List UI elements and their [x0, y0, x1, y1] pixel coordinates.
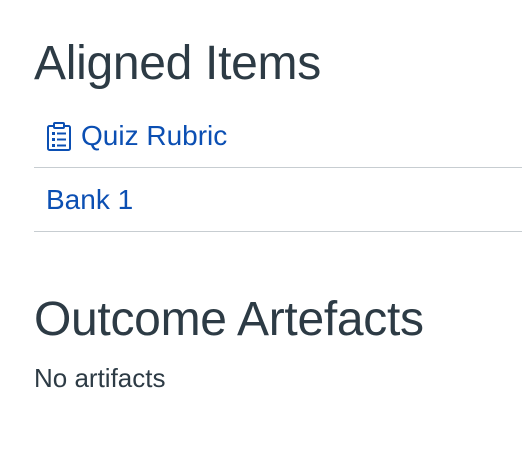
list-item: Quiz Rubric	[34, 104, 522, 168]
aligned-items-heading: Aligned Items	[34, 37, 321, 90]
list-item: Bank 1	[34, 168, 522, 232]
outcome-artefacts-section: Outcome Artefacts No artifacts	[34, 290, 522, 396]
quiz-rubric-link[interactable]: Quiz Rubric	[46, 120, 227, 152]
aligned-items-list: Quiz Rubric Bank 1	[34, 104, 522, 232]
no-artifacts-text: No artifacts	[34, 363, 166, 393]
quiz-icon	[46, 121, 72, 152]
quiz-rubric-label: Quiz Rubric	[81, 119, 228, 151]
bank-1-link[interactable]: Bank 1	[46, 184, 133, 216]
aligned-items-section: Aligned Items Quiz Rubric Bank 1	[34, 34, 522, 232]
bank-1-label: Bank 1	[46, 183, 134, 215]
outcome-artefacts-heading: Outcome Artefacts	[34, 293, 424, 346]
